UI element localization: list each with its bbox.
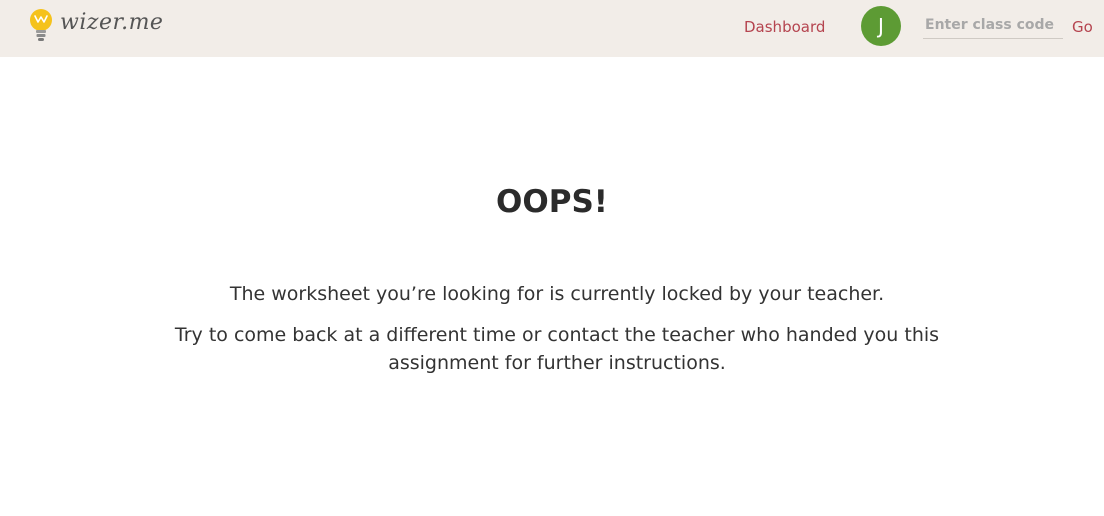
locked-message: The worksheet you’re looking for is curr… — [229, 283, 885, 305]
instructions-message: Try to come back at a different time or … — [174, 324, 940, 374]
top-header: wizer.me Dashboard J Go — [0, 0, 1104, 57]
error-title: OOPS! — [496, 184, 608, 220]
lightbulb-icon — [30, 9, 52, 41]
logo-text: wizer.me — [60, 9, 164, 35]
wizer-logo[interactable]: wizer.me — [28, 7, 163, 43]
user-avatar[interactable]: J — [861, 6, 901, 46]
go-button[interactable]: Go — [1072, 18, 1093, 36]
dashboard-link[interactable]: Dashboard — [744, 18, 825, 36]
class-code-input[interactable] — [923, 12, 1063, 39]
